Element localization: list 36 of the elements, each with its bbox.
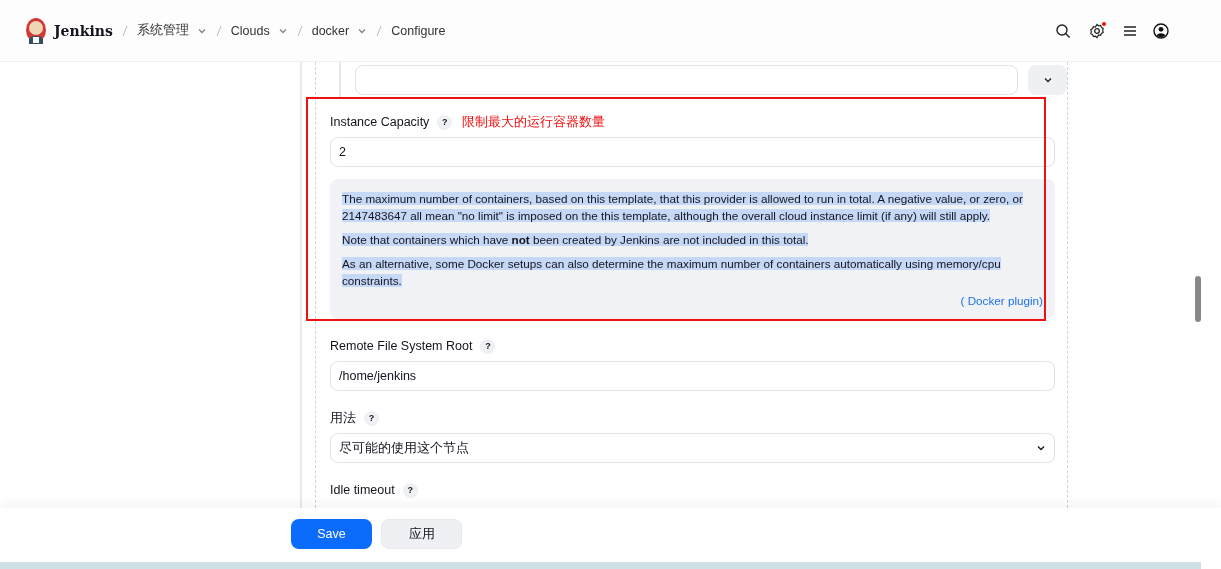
field-label: Idle timeout	[330, 483, 395, 497]
help-button[interactable]: ?	[437, 114, 453, 130]
jenkins-logo-icon	[24, 16, 48, 45]
scrollbar-thumb[interactable]	[1195, 276, 1201, 322]
chevron-down-icon	[1036, 443, 1046, 453]
help-button[interactable]: ?	[402, 482, 418, 498]
breadcrumb-link[interactable]: 系统管理	[136, 22, 189, 39]
apply-button[interactable]: 应用	[381, 519, 462, 549]
breadcrumb-separator-icon	[121, 24, 128, 37]
annotation-text: 限制最大的运行容器数量	[462, 113, 606, 131]
save-button[interactable]: Save	[291, 519, 372, 549]
input-field[interactable]	[355, 65, 1018, 95]
help-text: The maximum number of containers, based on this template, that this provider is allowed to run in total. A negative value, or zero, or 2147483647 all mean "no limit" is imposed on the this template, although the overall cloud instance limit (if any) will still apply.	[342, 191, 1024, 224]
help-button[interactable]: ?	[480, 338, 496, 354]
jenkins-logo-text[interactable]: Jenkins	[54, 22, 113, 39]
field-label: 用法	[330, 409, 356, 427]
search-icon[interactable]	[1055, 22, 1071, 39]
menu-icon[interactable]	[1123, 24, 1137, 37]
chevron-down-icon	[1042, 75, 1053, 85]
breadcrumb-separator-icon	[215, 24, 222, 37]
breadcrumb-separator-icon	[296, 24, 303, 37]
help-button[interactable]: ?	[364, 410, 379, 426]
input-field[interactable]: 2	[330, 137, 1055, 167]
breadcrumb-link[interactable]: Clouds	[230, 23, 270, 38]
breadcrumb-separator-icon	[376, 24, 383, 37]
settings-icon[interactable]	[1087, 20, 1107, 41]
field-label: Instance Capacity	[330, 115, 430, 129]
breadcrumb-link[interactable]: Configure	[391, 23, 446, 38]
input-field[interactable]: /home/jenkins	[330, 361, 1055, 391]
help-text: As an alternative, some Docker setups can also determine the maximum number of containers automatically using memory/cpu constraints.	[342, 256, 1002, 289]
help-text: Note that containers which have not been created by Jenkins are not included in this total.	[342, 232, 810, 248]
field-label: Remote File System Root	[330, 339, 473, 353]
select-dropdown[interactable]: 尽可能的使用这个节点	[330, 433, 1055, 463]
plugin-link[interactable]: ( Docker plugin)	[960, 294, 1043, 307]
user-account-icon[interactable]	[1153, 22, 1169, 39]
breadcrumb-link[interactable]: docker	[311, 23, 350, 38]
